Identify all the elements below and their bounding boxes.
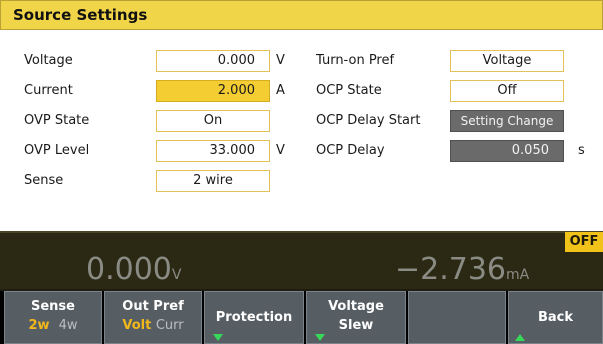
- current-unit: A: [276, 83, 285, 98]
- page-title: Source Settings: [13, 6, 148, 24]
- sense-option-2w: 2w: [28, 318, 50, 333]
- back-softkey[interactable]: Back: [508, 291, 603, 344]
- voltage-label: Voltage: [24, 53, 73, 68]
- blank-softkey[interactable]: [408, 291, 506, 344]
- ovp-level-field[interactable]: 33.000: [156, 140, 270, 162]
- sense-softkey-label: Sense: [31, 299, 75, 314]
- current-reading-unit: mA: [506, 267, 530, 283]
- out-pref-softkey-options: Volt Curr: [105, 318, 201, 334]
- current-reading: −2.736mA: [395, 255, 529, 290]
- ocp-state-field[interactable]: Off: [450, 80, 564, 102]
- down-arrow-icon: [315, 334, 325, 341]
- protection-softkey-label: Protection: [215, 310, 293, 325]
- ocp-delay-field[interactable]: 0.050: [450, 140, 564, 162]
- voltage-unit: V: [276, 53, 285, 68]
- ocp-delay-start-label: OCP Delay Start: [316, 113, 421, 128]
- voltage-reading-value: 0.000: [86, 252, 172, 287]
- current-label: Current: [24, 83, 73, 98]
- turn-on-pref-label: Turn-on Pref: [316, 53, 395, 68]
- ovp-level-label: OVP Level: [24, 143, 90, 158]
- voltage-field[interactable]: 0.000: [156, 50, 270, 72]
- output-state-badge: OFF: [565, 232, 603, 252]
- down-arrow-icon: [213, 334, 223, 341]
- softkey-bar: Sense 2w 4w Out Pref Volt Curr Protectio…: [0, 291, 603, 344]
- out-pref-option-curr: Curr: [155, 318, 184, 333]
- title-bar: Source Settings: [0, 0, 603, 30]
- up-arrow-icon: [515, 334, 525, 341]
- sense-option-4w: 4w: [58, 318, 78, 333]
- sense-label: Sense: [24, 173, 64, 188]
- meter-readout: 0.000V −2.736mA: [0, 231, 603, 289]
- out-pref-option-volt: Volt: [122, 318, 152, 333]
- ocp-delay-unit: s: [578, 143, 585, 158]
- turn-on-pref-field[interactable]: Voltage: [450, 50, 564, 72]
- current-field[interactable]: 2.000: [156, 80, 270, 102]
- protection-softkey[interactable]: Protection: [204, 291, 304, 344]
- out-pref-softkey-label: Out Pref: [122, 299, 184, 314]
- ovp-state-field[interactable]: On: [156, 110, 270, 132]
- ovp-state-label: OVP State: [24, 113, 90, 128]
- sense-softkey[interactable]: Sense 2w 4w: [4, 291, 102, 344]
- settings-panel: Voltage 0.000 V Current 2.000 A OVP Stat…: [0, 30, 603, 231]
- sense-softkey-options: 2w 4w: [5, 318, 101, 334]
- voltage-slew-softkey[interactable]: Voltage Slew: [306, 291, 406, 344]
- sense-field[interactable]: 2 wire: [156, 170, 270, 192]
- voltage-slew-softkey-sublabel: Slew: [338, 318, 374, 333]
- voltage-slew-softkey-label: Voltage: [328, 299, 384, 314]
- ovp-level-unit: V: [276, 143, 285, 158]
- back-softkey-label: Back: [537, 310, 574, 325]
- voltage-reading-unit: V: [171, 267, 182, 283]
- ocp-delay-start-field[interactable]: Setting Change: [450, 110, 564, 132]
- current-reading-value: −2.736: [395, 252, 507, 287]
- out-pref-softkey[interactable]: Out Pref Volt Curr: [104, 291, 202, 344]
- ocp-state-label: OCP State: [316, 83, 382, 98]
- ocp-delay-label: OCP Delay: [316, 143, 385, 158]
- voltage-reading: 0.000V: [86, 255, 181, 290]
